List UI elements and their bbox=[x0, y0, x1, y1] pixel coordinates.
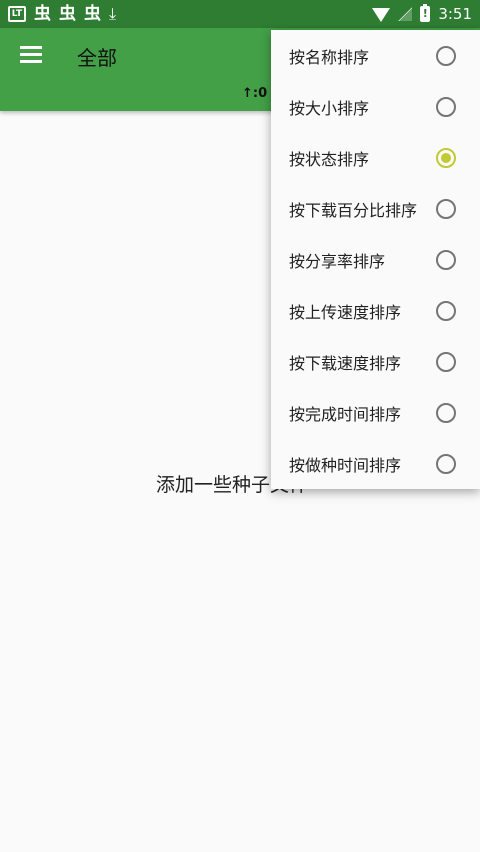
sort-option-label: 按下载速度排序 bbox=[289, 353, 402, 373]
sort-menu-item[interactable]: 按完成时间排序 bbox=[271, 387, 480, 438]
sort-menu-item[interactable]: 按分享率排序 bbox=[271, 234, 480, 285]
radio-unchecked-icon[interactable] bbox=[436, 45, 456, 66]
sort-menu-item[interactable]: 按状态排序 bbox=[271, 132, 480, 183]
status-bar: LT 虫 虫 虫 ⤓ 3:51 bbox=[0, 0, 480, 28]
sort-option-label: 按状态排序 bbox=[289, 149, 370, 169]
bug-icon: 虫 bbox=[84, 4, 101, 24]
sort-menu-item[interactable]: 按名称排序 bbox=[271, 30, 480, 81]
sort-menu: 按名称排序按大小排序按状态排序按下载百分比排序 按分享率排序 按上传速度排序 按下载速… bbox=[271, 30, 480, 489]
sort-option-label: 按分享率排序 bbox=[289, 251, 386, 271]
radio-unchecked-icon[interactable] bbox=[436, 96, 456, 117]
battery-alert-icon bbox=[420, 4, 431, 22]
upload-speed-label: ↑:0 bbox=[242, 86, 268, 101]
download-icon: ⤓ bbox=[109, 4, 117, 23]
radio-unchecked-icon[interactable] bbox=[436, 351, 456, 372]
sort-menu-item[interactable]: 按上传速度排序 bbox=[271, 285, 480, 336]
hamburger-menu-icon[interactable] bbox=[20, 46, 42, 64]
status-bar-notifications: LT 虫 虫 虫 ⤓ bbox=[8, 5, 116, 23]
sort-menu-item[interactable]: 按下载百分比排序 bbox=[271, 183, 480, 234]
sort-option-label: 按名称排序 bbox=[289, 47, 370, 67]
bug-icon: 虫 bbox=[34, 4, 51, 24]
status-bar-system: 3:51 bbox=[372, 4, 472, 23]
sort-option-label: 按上传速度排序 bbox=[289, 302, 402, 322]
sort-option-label: 按完成时间排序 bbox=[289, 404, 402, 424]
page-title: 全部 bbox=[77, 46, 117, 70]
no-signal-icon bbox=[398, 7, 413, 21]
radio-unchecked-icon[interactable] bbox=[436, 453, 456, 474]
radio-unchecked-icon[interactable] bbox=[436, 249, 456, 270]
sort-menu-item[interactable]: 按大小排序 bbox=[271, 81, 480, 132]
sort-option-label: 按大小排序 bbox=[289, 98, 370, 118]
radio-unchecked-icon[interactable] bbox=[436, 198, 456, 219]
sort-menu-item[interactable]: 按做种时间排序 bbox=[271, 438, 480, 489]
notification-box-icon: LT bbox=[8, 6, 26, 22]
clock: 3:51 bbox=[438, 5, 472, 23]
sort-option-label: 按下载百分比排序 bbox=[289, 200, 418, 220]
sort-menu-item[interactable]: 按下载速度排序 bbox=[271, 336, 480, 387]
radio-unchecked-icon[interactable] bbox=[436, 300, 456, 321]
wifi-icon bbox=[372, 8, 391, 22]
sort-option-label: 按做种时间排序 bbox=[289, 455, 402, 475]
radio-unchecked-icon[interactable] bbox=[436, 402, 456, 423]
bug-icon: 虫 bbox=[59, 4, 76, 24]
radio-checked-icon[interactable] bbox=[436, 147, 456, 168]
